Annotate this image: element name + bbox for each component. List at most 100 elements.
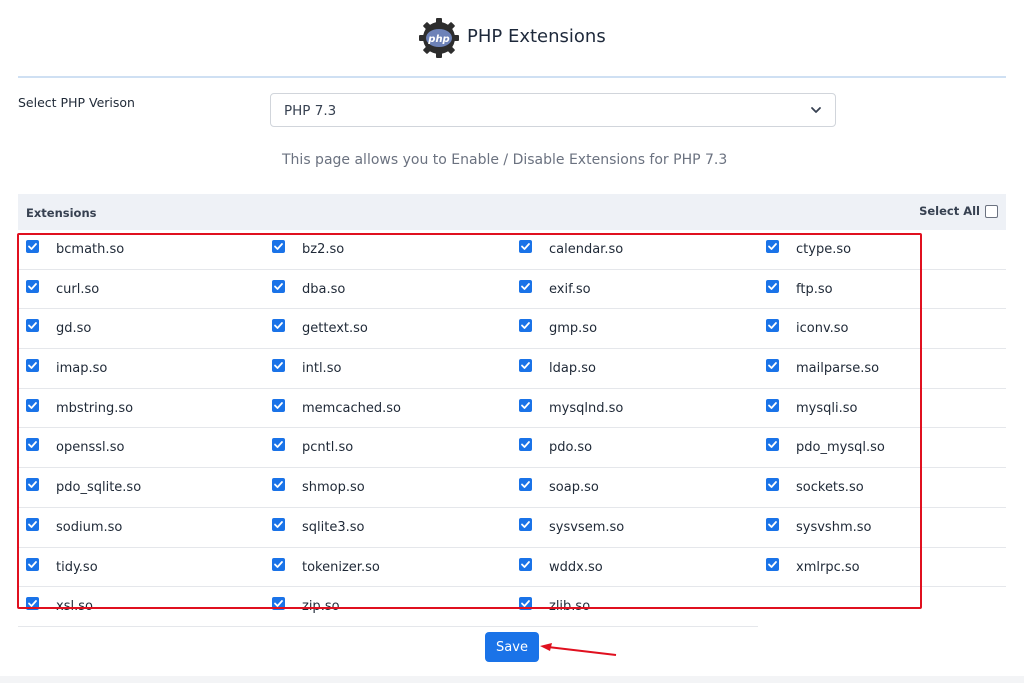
extension-name: shmop.so <box>302 480 365 496</box>
extension-checkbox[interactable] <box>766 359 779 373</box>
extension-name: sysvshm.so <box>796 519 872 535</box>
select-all-label: Select All <box>919 204 980 218</box>
extension-name: pdo_mysql.so <box>796 440 885 456</box>
extension-row: bcmath.so bz2.so calendar.so ctype.so <box>18 230 1006 270</box>
extension-checkbox[interactable] <box>519 279 532 293</box>
extension-name: zlib.so <box>549 599 591 615</box>
extension-checkbox[interactable] <box>519 319 532 333</box>
extension-name: xmlrpc.so <box>796 559 860 575</box>
extension-row: curl.so dba.so exif.so ftp.so <box>18 270 1006 310</box>
extension-checkbox[interactable] <box>766 240 779 253</box>
save-button[interactable]: Save <box>485 632 539 662</box>
extension-name: sockets.so <box>796 480 864 496</box>
extension-row: sodium.so sqlite3.so sysvsem.so sysvshm.so <box>18 508 1006 548</box>
extension-checkbox[interactable] <box>26 319 39 333</box>
extension-checkbox[interactable] <box>519 557 532 571</box>
extension-name: openssl.so <box>56 440 125 456</box>
extension-checkbox[interactable] <box>272 240 285 253</box>
extension-checkbox[interactable] <box>26 517 39 531</box>
extension-name: soap.so <box>549 480 599 496</box>
extension-checkbox[interactable] <box>272 517 285 531</box>
extension-row: gd.so gettext.so gmp.so iconv.so <box>18 309 1006 350</box>
extension-checkbox[interactable] <box>519 478 532 492</box>
arrow-pointer-icon <box>540 643 617 656</box>
extensions-column-label: Extensions <box>26 206 97 220</box>
extension-checkbox[interactable] <box>272 557 285 571</box>
extension-name: wddx.so <box>549 559 603 575</box>
extension-row: imap.so intl.so ldap.so mailparse.so <box>18 349 1006 389</box>
extension-name: sysvsem.so <box>549 519 625 535</box>
extension-checkbox[interactable] <box>272 438 285 452</box>
extension-name: imap.so <box>56 361 108 377</box>
extension-checkbox[interactable] <box>766 279 779 293</box>
php-version-value: PHP 7.3 <box>284 103 337 119</box>
extensions-header: Extensions Select All <box>18 194 1006 230</box>
extension-checkbox[interactable] <box>272 398 285 412</box>
extension-checkbox[interactable] <box>519 240 532 253</box>
extension-name: sodium.so <box>56 519 123 535</box>
extension-checkbox[interactable] <box>766 478 779 492</box>
extension-checkbox[interactable] <box>26 398 39 412</box>
extension-checkbox[interactable] <box>26 478 39 492</box>
extension-checkbox[interactable] <box>766 517 779 531</box>
extension-name: sqlite3.so <box>302 519 365 535</box>
php-version-select[interactable]: PHP 7.3 <box>270 93 836 127</box>
extension-name: pcntl.so <box>302 440 354 456</box>
extension-checkbox[interactable] <box>766 319 779 333</box>
extension-name: intl.so <box>302 361 342 377</box>
extension-name: tokenizer.so <box>302 559 380 575</box>
extension-checkbox[interactable] <box>766 398 779 412</box>
extensions-grid: bcmath.so bz2.so calendar.so ctype.so curl.s… <box>18 230 1006 627</box>
extension-name: gettext.so <box>302 321 368 337</box>
extension-checkbox[interactable] <box>766 438 779 452</box>
extension-name: mysqli.so <box>796 400 858 416</box>
extension-checkbox[interactable] <box>26 597 39 611</box>
extension-name: pdo_sqlite.so <box>56 480 142 496</box>
extension-name: tidy.so <box>56 559 98 575</box>
extension-checkbox[interactable] <box>26 359 39 373</box>
extension-checkbox[interactable] <box>519 597 532 611</box>
extension-name: iconv.so <box>796 321 849 337</box>
extension-checkbox[interactable] <box>272 597 285 611</box>
page-header: php PHP Extensions <box>0 0 1024 76</box>
extension-checkbox[interactable] <box>272 319 285 333</box>
extension-row: openssl.so pcntl.so pdo.so pdo_mysql.so <box>18 428 1006 469</box>
extension-name: bz2.so <box>302 242 345 257</box>
extension-name: ldap.so <box>549 361 596 377</box>
extension-name: dba.so <box>302 281 346 297</box>
extension-checkbox[interactable] <box>26 557 39 571</box>
select-all-control[interactable]: Select All <box>919 204 998 218</box>
extension-row: xsl.so zip.so zlib.so <box>18 587 758 627</box>
extension-checkbox[interactable] <box>26 279 39 293</box>
extensions-card: php PHP Extensions Select PHP Verison PH… <box>0 0 1024 676</box>
extension-name: memcached.so <box>302 400 401 416</box>
extension-checkbox[interactable] <box>26 240 39 253</box>
extension-name: ctype.so <box>796 242 852 257</box>
extension-name: calendar.so <box>549 242 624 257</box>
extension-row: pdo_sqlite.so shmop.so soap.so sockets.so <box>18 468 1006 508</box>
header-divider <box>18 76 1006 78</box>
php-version-label: Select PHP Verison <box>18 95 135 110</box>
extension-checkbox[interactable] <box>26 438 39 452</box>
extension-checkbox[interactable] <box>519 398 532 412</box>
extension-row: mbstring.so memcached.so mysqlnd.so mysqli.… <box>18 389 1006 429</box>
extension-name: curl.so <box>56 281 100 297</box>
extension-checkbox[interactable] <box>272 279 285 293</box>
extension-name: mbstring.so <box>56 400 134 416</box>
extension-checkbox[interactable] <box>519 517 532 531</box>
extension-row: tidy.so tokenizer.so wddx.so xmlrpc.so <box>18 548 1006 588</box>
extension-name: bcmath.so <box>56 242 125 257</box>
extension-checkbox[interactable] <box>519 359 532 373</box>
extension-name: mysqlnd.so <box>549 400 624 416</box>
select-all-checkbox[interactable] <box>985 204 998 218</box>
extension-name: gd.so <box>56 321 92 337</box>
svg-text:php: php <box>427 34 449 45</box>
extension-name: pdo.so <box>549 440 593 456</box>
extension-checkbox[interactable] <box>272 478 285 492</box>
extension-checkbox[interactable] <box>766 557 779 571</box>
chevron-down-icon <box>811 107 821 113</box>
extension-name: zip.so <box>302 599 340 615</box>
extension-checkbox[interactable] <box>272 359 285 373</box>
extension-name: exif.so <box>549 281 591 297</box>
extension-checkbox[interactable] <box>519 438 532 452</box>
